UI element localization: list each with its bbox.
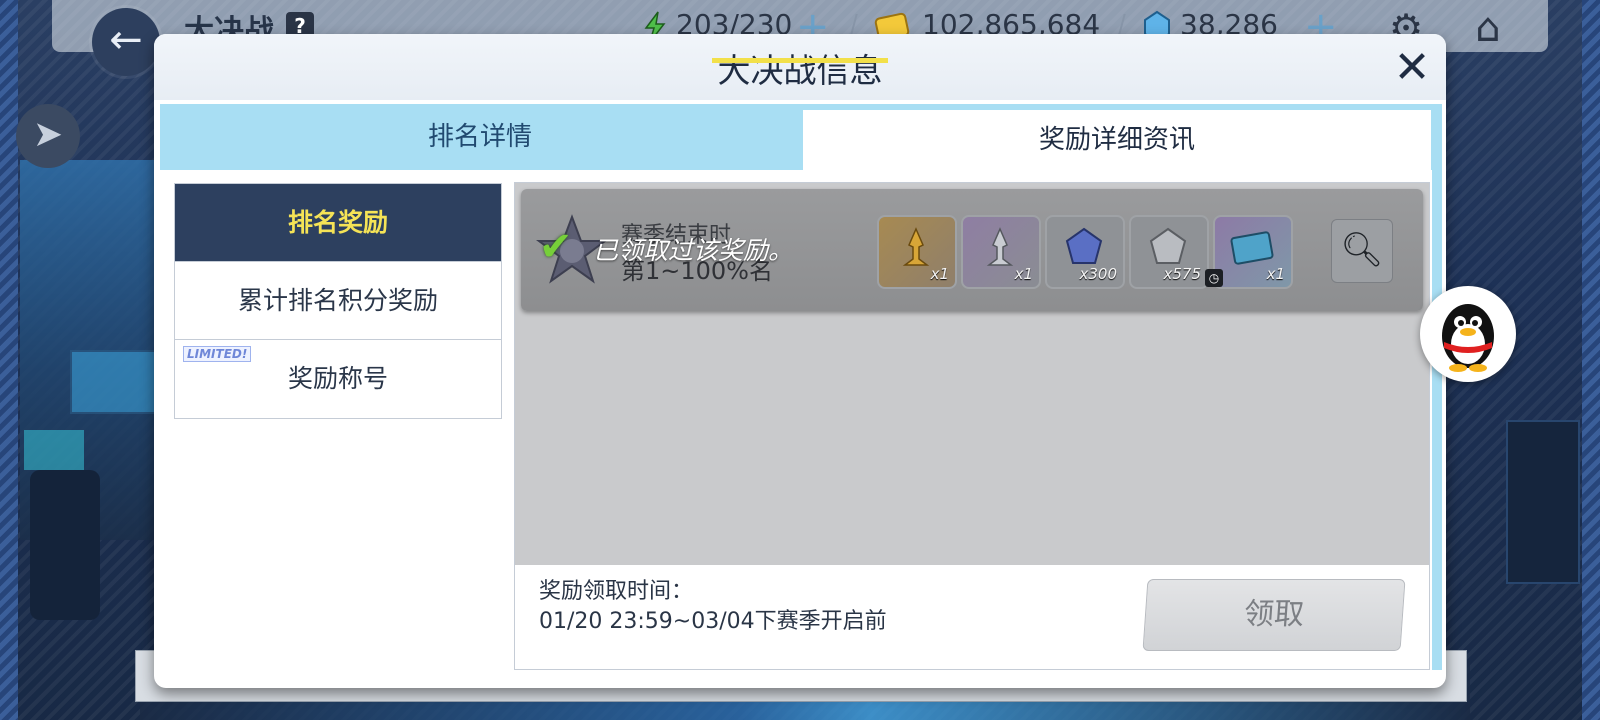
right-stripe-decoration xyxy=(1582,0,1600,720)
reward-item-silver-trophy[interactable]: x1 xyxy=(961,215,1041,289)
menu-item-rank-reward[interactable]: 排名奖励 xyxy=(175,184,501,262)
tab-reward-details[interactable]: 奖励详细资讯 xyxy=(803,110,1431,170)
penguin-icon xyxy=(1442,304,1494,372)
background-screen xyxy=(70,350,164,414)
reward-row: 赛季结束时 第1~100%名 ✔ 已领取过该奖励。 x1 x1 x300 x57… xyxy=(521,189,1423,311)
penguin-assistant-button[interactable] xyxy=(1420,286,1516,382)
menu-item-label: 奖励称号 xyxy=(287,364,388,393)
back-button[interactable]: ← xyxy=(92,8,160,76)
reward-item-blue-crystal[interactable]: x300 xyxy=(1045,215,1125,289)
reward-panel: 赛季结束时 第1~100%名 ✔ 已领取过该奖励。 x1 x1 x300 x57… xyxy=(514,182,1430,670)
reward-item-golden-trophy[interactable]: x1 xyxy=(877,215,957,289)
menu-item-cumulative-points-reward[interactable]: 累计排名积分奖励 xyxy=(175,262,501,340)
send-icon[interactable]: ➤ xyxy=(16,104,80,168)
clock-icon: ◷ xyxy=(1205,269,1223,287)
item-count: x575 xyxy=(1163,265,1201,283)
tab-edge-decoration xyxy=(1432,104,1442,670)
title-underline xyxy=(712,58,888,63)
item-count: x300 xyxy=(1079,265,1117,283)
claim-button[interactable]: 领取 xyxy=(1142,579,1406,651)
background-console-right xyxy=(1506,420,1580,584)
search-icon[interactable]: 🔍︎ xyxy=(1331,219,1393,283)
item-count: x1 xyxy=(1266,265,1285,283)
reward-item-silver-crystal[interactable]: x575 xyxy=(1129,215,1209,289)
checkmark-icon: ✔ xyxy=(539,224,573,270)
background-screen-small xyxy=(24,430,84,470)
reward-list-area: 赛季结束时 第1~100%名 ✔ 已领取过该奖励。 x1 x1 x300 x57… xyxy=(515,183,1429,565)
left-stripe-decoration xyxy=(0,0,18,720)
reward-item-ticket-card[interactable]: x1 xyxy=(1213,215,1293,289)
claim-time-value: 01/20 23:59~03/04下赛季开启前 xyxy=(539,609,887,634)
home-icon[interactable]: ⌂ xyxy=(1466,6,1510,50)
background-chair xyxy=(30,470,100,620)
reward-category-menu: 排名奖励 累计排名积分奖励 奖励称号 LIMITED! xyxy=(174,183,502,419)
item-count: x1 xyxy=(930,265,949,283)
item-count: x1 xyxy=(1014,265,1033,283)
limited-badge: LIMITED! xyxy=(183,346,252,362)
close-icon[interactable]: ✕ xyxy=(1392,46,1432,90)
dialog-title: 大决战信息 xyxy=(717,51,883,90)
claim-time-label: 奖励领取时间： xyxy=(539,579,694,604)
claimed-message: 已领取过该奖励。 xyxy=(593,236,794,265)
tab-ranking-details[interactable]: 排名详情 xyxy=(160,104,800,170)
